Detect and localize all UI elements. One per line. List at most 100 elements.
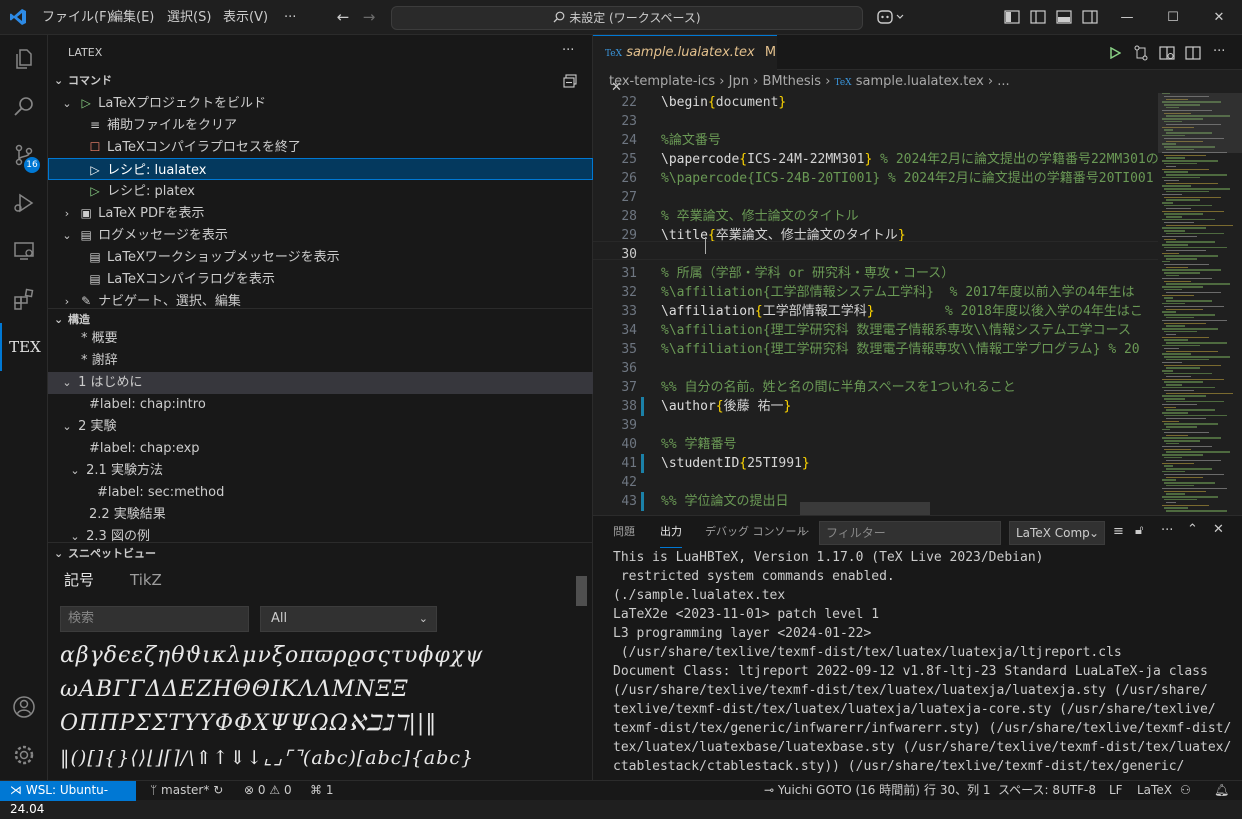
- code-line[interactable]: 22 \begin{document}: [593, 93, 1158, 112]
- code-line[interactable]: 27: [593, 188, 1158, 207]
- command-workshop-log[interactable]: ▤ LaTeXワークショップメッセージを表示: [48, 246, 593, 268]
- symbol-row[interactable]: αβγδϵεζηθϑικλμνξοπϖρϱσςτυϕφχψ: [60, 643, 483, 668]
- copilot-status-icon[interactable]: ⚇: [1180, 781, 1191, 801]
- minimap[interactable]: [1158, 93, 1242, 515]
- panel-more-icon[interactable]: ···: [799, 516, 810, 548]
- command-build[interactable]: ⌄ ▷ LaTeXプロジェクトをビルド: [48, 92, 593, 114]
- collapse-all-icon[interactable]: [563, 74, 577, 88]
- command-navigate[interactable]: › ✎ ナビゲート、選択、編集: [48, 290, 593, 308]
- code-line[interactable]: 23: [593, 112, 1158, 131]
- layout-secondary-sidebar-icon[interactable]: [1082, 10, 1098, 24]
- account-icon[interactable]: [0, 683, 48, 731]
- code-line[interactable]: 28 % 卒業論文、修士論文のタイトル: [593, 207, 1158, 226]
- command-center[interactable]: 未設定 (ワークスペース): [391, 6, 863, 30]
- breadcrumb-item[interactable]: Jpn: [729, 74, 749, 89]
- command-kill[interactable]: ☐ LaTeXコンパイラプロセスを終了: [48, 136, 593, 158]
- extensions-icon[interactable]: [0, 275, 48, 323]
- code-line[interactable]: 39: [593, 416, 1158, 435]
- problems-indicator[interactable]: ⊗ 0 ⚠ 0: [244, 781, 292, 801]
- encoding[interactable]: UTF-8: [1061, 781, 1096, 801]
- code-line[interactable]: 42: [593, 473, 1158, 492]
- source-control-icon[interactable]: 16: [0, 131, 48, 179]
- structure-item[interactable]: 2.2 実験結果: [48, 504, 593, 526]
- sidebar-more-icon[interactable]: ···: [562, 43, 574, 58]
- snippet-category-select[interactable]: All ⌄: [260, 606, 437, 632]
- tab-output[interactable]: 出力: [660, 516, 682, 548]
- remote-explorer-icon[interactable]: [0, 227, 48, 275]
- clear-output-icon[interactable]: ≡: [1113, 524, 1124, 539]
- close-window-button[interactable]: ✕: [1196, 0, 1242, 35]
- code-line[interactable]: 25 \papercode{ICS-24M-22MM301} % 2024年2月に…: [593, 150, 1158, 169]
- code-line[interactable]: 35 %\affiliation{理工学研究科 数理電子情報専攻\\情報工学プログ…: [593, 340, 1158, 359]
- command-view-log[interactable]: ⌄ ▤ ログメッセージを表示: [48, 224, 593, 246]
- tab-tikz[interactable]: TikZ: [130, 565, 162, 595]
- command-view-pdf[interactable]: › ▣ LaTeX PDFを表示: [48, 202, 593, 224]
- snippet-section-header[interactable]: ⌄ スニペットビュー: [48, 543, 593, 565]
- run-debug-icon[interactable]: [0, 179, 48, 227]
- code-line[interactable]: 26 %\papercode{ICS-24B-20TI001} % 2024年2月…: [593, 169, 1158, 188]
- build-play-icon[interactable]: [1109, 47, 1121, 59]
- breadcrumb-item[interactable]: ...: [997, 74, 1009, 89]
- compare-changes-icon[interactable]: [1133, 45, 1149, 61]
- snippet-search-input[interactable]: 検索: [60, 606, 249, 632]
- commands-section-header[interactable]: ⌄ コマンド: [48, 70, 593, 92]
- code-line[interactable]: 31 % 所属（学部・学科 or 研究科・専攻・コース）: [593, 264, 1158, 283]
- lock-icon[interactable]: 🔓︎: [1135, 523, 1143, 538]
- git-change-marker[interactable]: [641, 454, 644, 473]
- output-channel-select[interactable]: LaTeX Comp ⌄: [1009, 521, 1105, 545]
- editor-hscrollbar[interactable]: [800, 502, 930, 515]
- structure-item[interactable]: #label: chap:intro: [48, 394, 593, 416]
- indentation[interactable]: スペース: 8: [998, 781, 1060, 801]
- branch-indicator[interactable]: ᛘ master* ↻: [150, 781, 223, 801]
- search-icon[interactable]: [0, 83, 48, 131]
- layout-sidebar-toggle-icon[interactable]: [1030, 10, 1046, 24]
- tab-debug-console[interactable]: デバッグ コンソール: [705, 516, 808, 548]
- code-line[interactable]: 37 %% 自分の名前。姓と名の間に半角スペースを1ついれること: [593, 378, 1158, 397]
- maximize-panel-icon[interactable]: ⌃: [1187, 522, 1198, 537]
- structure-item[interactable]: #label: chap:exp: [48, 438, 593, 460]
- symbol-row[interactable]: ωΑΒΓΓΔΔΕΖΗΘΘΙΚΛΛΜΝΞΞ: [60, 677, 409, 702]
- code-line[interactable]: 38 \author{後藤 祐一}: [593, 397, 1158, 416]
- editor-more-icon[interactable]: ···: [1213, 44, 1225, 59]
- symbol-row[interactable]: ‖()[]{}⟨⟩⌊⌋⌈⌉/\⇑↑⇓↓⌞⌟⌜⌝(abc)[abc]{abc}: [60, 747, 474, 769]
- cursor-position[interactable]: 行 30、列 1: [924, 781, 991, 801]
- back-arrow-icon[interactable]: ←: [333, 8, 353, 26]
- tab-sample-lualatex[interactable]: TeX sample.lualatex.tex M ✕: [593, 35, 777, 95]
- tab-problems[interactable]: 問題: [613, 516, 635, 548]
- panel-more-actions-icon[interactable]: ···: [1161, 523, 1173, 538]
- code-line[interactable]: 40 %% 学籍番号: [593, 435, 1158, 454]
- settings-gear-icon[interactable]: [0, 731, 48, 779]
- menu-more[interactable]: ···: [278, 0, 302, 35]
- menu-edit[interactable]: 編集(E): [104, 0, 160, 35]
- open-preview-icon[interactable]: [1159, 45, 1175, 61]
- breadcrumb-item[interactable]: sample.lualatex.tex: [856, 74, 984, 89]
- structure-item[interactable]: #label: sec:method: [48, 482, 593, 504]
- notifications-bell-icon[interactable]: 🔔︎: [1214, 781, 1229, 801]
- recipe-lualatex[interactable]: ▷ レシピ: lualatex: [48, 158, 593, 180]
- tex-icon[interactable]: TEX: [0, 323, 48, 371]
- structure-item[interactable]: * 謝辞: [48, 350, 593, 372]
- minimize-button[interactable]: —: [1104, 0, 1150, 35]
- code-line[interactable]: 32 %\affiliation{工学部情報システム工学科} % 2017年度以前…: [593, 283, 1158, 302]
- structure-item[interactable]: * 概要: [48, 328, 593, 350]
- layout-sidebar-icon[interactable]: [1004, 10, 1020, 24]
- code-line[interactable]: 33 \affiliation{工学部情報工学科} % 2018年度以後入学の4年…: [593, 302, 1158, 321]
- forward-arrow-icon[interactable]: →: [359, 8, 379, 26]
- code-line[interactable]: 34 %\affiliation{理工学研究科 数理電子情報系専攻\\情報システム…: [593, 321, 1158, 340]
- tab-symbols[interactable]: 記号: [64, 565, 94, 595]
- blame-indicator[interactable]: ⊸ Yuichi GOTO (16 時間前): [764, 781, 920, 801]
- maximize-button[interactable]: ☐: [1150, 0, 1196, 35]
- git-change-marker[interactable]: [641, 397, 644, 416]
- command-clean[interactable]: ≡ 補助ファイルをクリア: [48, 114, 593, 136]
- close-panel-icon[interactable]: ✕: [1213, 522, 1224, 537]
- structure-item[interactable]: ⌄ 2.3 図の例: [48, 526, 593, 542]
- command-compiler-log[interactable]: ▤ LaTeXコンパイラログを表示: [48, 268, 593, 290]
- language-mode[interactable]: LaTeX: [1137, 781, 1172, 801]
- code-line[interactable]: 41 \studentID{25TI991}: [593, 454, 1158, 473]
- structure-item[interactable]: ⌄ 1 はじめに: [48, 372, 593, 394]
- code-line[interactable]: 36: [593, 359, 1158, 378]
- structure-item[interactable]: ⌄ 2.1 実験方法: [48, 460, 593, 482]
- menu-selection[interactable]: 選択(S): [161, 0, 217, 35]
- menu-view[interactable]: 表示(V): [217, 0, 274, 35]
- git-change-marker[interactable]: [641, 492, 644, 511]
